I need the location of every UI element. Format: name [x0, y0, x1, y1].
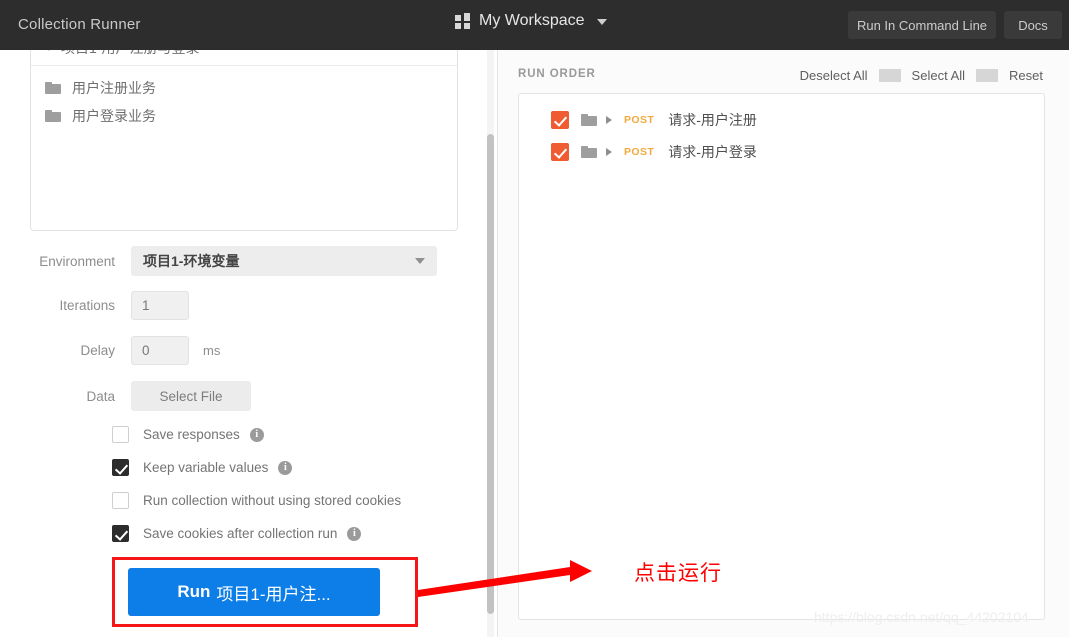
run-order-actions: Deselect All Select All Reset: [789, 68, 1043, 83]
collection-tree-root-row[interactable]: 项目1-用户注册与登录: [31, 50, 457, 66]
option-label: Save cookies after collection run: [143, 526, 338, 541]
deselect-all-button[interactable]: Deselect All: [789, 68, 879, 83]
chevron-down-icon: [596, 19, 607, 25]
tree-item-login[interactable]: 用户登录业务: [45, 106, 156, 126]
info-icon[interactable]: i: [278, 460, 293, 475]
run-order-item[interactable]: POST 请求-用户登录: [551, 142, 757, 162]
option-label: Save responses: [143, 427, 240, 442]
checkbox-icon[interactable]: [112, 426, 129, 443]
left-panel-scrollbar-thumb[interactable]: [487, 134, 494, 614]
runner-settings-panel: 项目1-用户注册与登录 用户注册业务 用户登录业务 Environment 项目…: [0, 50, 490, 637]
environment-label: Environment: [39, 253, 115, 269]
run-button-prefix: Run: [177, 582, 211, 601]
option-save-responses[interactable]: Save responses i: [112, 426, 264, 443]
option-label: Keep variable values: [143, 460, 269, 475]
option-label: Run collection without using stored cook…: [143, 493, 402, 508]
chevron-down-icon: [45, 50, 53, 51]
iterations-label: Iterations: [59, 298, 115, 313]
workspace-name: My Workspace: [479, 12, 585, 29]
request-name: 请求-用户注册: [668, 112, 757, 128]
page-title: Collection Runner: [18, 16, 141, 33]
delay-unit-label: ms: [203, 343, 221, 358]
divider: [976, 69, 999, 82]
data-label: Data: [86, 388, 115, 404]
method-badge: POST: [624, 146, 655, 158]
watermark: https://blog.csdn.net/qq_44202104: [814, 609, 1029, 625]
run-collection-button[interactable]: Run 项目1-用户注...: [128, 568, 380, 616]
collection-runner-window: Collection Runner My Workspace Run In Co…: [0, 0, 1069, 637]
delay-row: Delay 0 ms: [0, 336, 220, 365]
data-row: Data Select File: [0, 381, 251, 411]
collection-tree: 项目1-用户注册与登录 用户注册业务 用户登录业务: [30, 50, 458, 231]
folder-icon: [581, 146, 597, 158]
triangle-right-icon[interactable]: [606, 148, 612, 156]
delay-input[interactable]: 0: [131, 336, 189, 365]
checkbox-icon[interactable]: [112, 459, 129, 476]
select-file-button[interactable]: Select File: [131, 381, 251, 411]
delay-label: Delay: [80, 343, 115, 358]
triangle-right-icon[interactable]: [606, 116, 612, 124]
checkbox-icon[interactable]: [551, 143, 569, 161]
callout-text: 点击运行: [634, 562, 722, 585]
iterations-input[interactable]: 1: [131, 291, 189, 320]
divider: [878, 69, 901, 82]
option-keep-variable-values[interactable]: Keep variable values i: [112, 459, 293, 476]
method-badge: POST: [624, 114, 655, 126]
run-order-item[interactable]: POST 请求-用户注册: [551, 110, 757, 130]
grid-icon: [455, 13, 470, 29]
folder-icon: [45, 110, 61, 122]
arrow-right-icon: [418, 560, 592, 597]
reset-button[interactable]: Reset: [998, 68, 1043, 83]
app-header: Collection Runner My Workspace Run In Co…: [0, 0, 1069, 50]
iterations-row: Iterations 1: [0, 291, 189, 320]
docs-button[interactable]: Docs: [1004, 11, 1062, 39]
environment-value: 项目1-环境变量: [143, 253, 240, 269]
run-order-heading: RUN ORDER: [518, 68, 596, 80]
environment-select[interactable]: 项目1-环境变量: [131, 246, 437, 276]
option-save-cookies[interactable]: Save cookies after collection run i: [112, 525, 362, 542]
run-in-command-line-button[interactable]: Run In Command Line: [848, 11, 996, 39]
run-button-collection-name: 项目1-用户注...: [216, 584, 331, 604]
checkbox-icon[interactable]: [112, 525, 129, 542]
tree-item-label: 用户注册业务: [72, 80, 156, 96]
option-run-without-cookies[interactable]: Run collection without using stored cook…: [112, 492, 401, 509]
checkbox-icon[interactable]: [551, 111, 569, 129]
collection-root-label: 项目1-用户注册与登录: [61, 50, 199, 58]
chevron-down-icon: [415, 258, 425, 264]
folder-icon: [45, 82, 61, 94]
request-name: 请求-用户登录: [668, 144, 757, 160]
environment-row: Environment 项目1-环境变量: [0, 246, 437, 276]
info-icon[interactable]: i: [347, 526, 362, 541]
run-order-list: POST 请求-用户注册 POST 请求-用户登录: [518, 93, 1045, 620]
select-all-button[interactable]: Select All: [901, 68, 976, 83]
tree-item-register[interactable]: 用户注册业务: [45, 78, 156, 98]
workspace-selector[interactable]: My Workspace: [455, 12, 607, 30]
tree-item-label: 用户登录业务: [72, 108, 156, 124]
folder-icon: [581, 114, 597, 126]
info-icon[interactable]: i: [249, 427, 264, 442]
checkbox-icon[interactable]: [112, 492, 129, 509]
